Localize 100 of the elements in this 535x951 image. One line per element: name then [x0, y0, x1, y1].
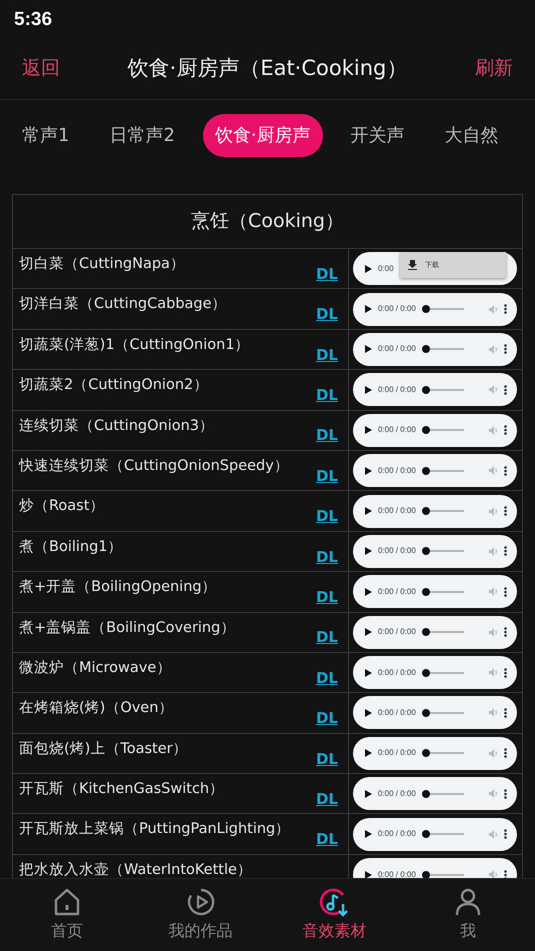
- nav-tab[interactable]: 音效素材: [268, 879, 402, 951]
- download-link[interactable]: DL: [316, 505, 338, 528]
- seek-slider[interactable]: [422, 507, 464, 516]
- download-link[interactable]: DL: [316, 384, 338, 407]
- slider-thumb[interactable]: [422, 628, 430, 636]
- download-link[interactable]: DL: [316, 344, 338, 366]
- download-link[interactable]: DL: [316, 464, 338, 488]
- more-icon[interactable]: [504, 586, 507, 597]
- nav-tab[interactable]: 我的作品: [134, 879, 268, 951]
- play-icon[interactable]: [365, 628, 372, 636]
- audio-player[interactable]: 0:00 / 0:00: [353, 616, 517, 649]
- more-icon[interactable]: [504, 466, 507, 476]
- more-icon[interactable]: [504, 627, 507, 638]
- more-icon[interactable]: [504, 748, 507, 758]
- seek-slider[interactable]: [422, 305, 464, 314]
- download-link[interactable]: DL: [316, 303, 338, 326]
- category-tab[interactable]: 开关声: [338, 114, 417, 156]
- more-icon[interactable]: [504, 425, 507, 436]
- more-icon[interactable]: [504, 506, 507, 516]
- play-icon[interactable]: [365, 547, 372, 556]
- seek-slider[interactable]: [422, 668, 464, 677]
- download-link[interactable]: DL: [316, 788, 338, 810]
- nav-tab[interactable]: 首页: [0, 879, 134, 951]
- play-icon[interactable]: [365, 790, 372, 798]
- play-icon[interactable]: [365, 830, 372, 838]
- play-icon[interactable]: [365, 386, 372, 394]
- audio-player[interactable]: 0:00 / 0:00: [353, 858, 517, 878]
- play-icon[interactable]: [365, 588, 372, 596]
- seek-slider[interactable]: [422, 708, 464, 717]
- audio-player[interactable]: 0:00 / 0:00: [353, 332, 517, 366]
- category-tab[interactable]: 常声1: [10, 114, 82, 156]
- more-icon[interactable]: [504, 708, 507, 718]
- audio-player[interactable]: 0:00 / 0:00: [353, 454, 517, 488]
- audio-player[interactable]: 0:00 / 0:00: [353, 373, 517, 406]
- more-icon[interactable]: [504, 546, 507, 556]
- play-icon[interactable]: [365, 870, 372, 878]
- nav-tab[interactable]: 我: [401, 879, 535, 951]
- play-icon[interactable]: [365, 507, 372, 516]
- play-icon[interactable]: [365, 749, 372, 758]
- more-icon[interactable]: [504, 344, 507, 354]
- play-icon[interactable]: [365, 668, 372, 677]
- play-icon[interactable]: [365, 345, 372, 354]
- slider-thumb[interactable]: [422, 588, 430, 596]
- refresh-button[interactable]: 刷新: [475, 54, 513, 83]
- audio-player[interactable]: 0:00 / 0:00: [353, 736, 517, 770]
- audio-player[interactable]: 0:00 / 0:00: [353, 534, 517, 568]
- seek-slider[interactable]: [422, 547, 464, 556]
- play-icon[interactable]: [365, 708, 372, 717]
- slider-thumb[interactable]: [422, 870, 430, 878]
- category-tab[interactable]: 饮食·厨房声: [202, 114, 323, 156]
- more-icon[interactable]: [504, 788, 507, 799]
- audio-player[interactable]: 0:00 / 0:00: [353, 818, 517, 851]
- slider-thumb[interactable]: [422, 830, 430, 838]
- category-tab[interactable]: 大自然: [432, 114, 511, 156]
- audio-player[interactable]: 0:00 / 0:00: [353, 575, 517, 608]
- seek-slider[interactable]: [422, 790, 464, 798]
- more-icon[interactable]: [504, 304, 507, 314]
- download-link[interactable]: DL: [316, 748, 338, 770]
- seek-slider[interactable]: [422, 749, 464, 758]
- audio-player[interactable]: 0:00 / 0:00: [353, 696, 517, 730]
- slider-thumb[interactable]: [422, 305, 430, 314]
- slider-thumb[interactable]: [422, 345, 430, 354]
- download-link[interactable]: DL: [316, 262, 338, 286]
- more-icon[interactable]: [504, 870, 507, 878]
- download-link[interactable]: DL: [316, 828, 338, 851]
- download-link[interactable]: DL: [316, 546, 338, 568]
- audio-player[interactable]: 0:00 / 0:00: [353, 656, 517, 690]
- play-icon[interactable]: [365, 305, 372, 314]
- audio-player[interactable]: 0:00 / 0:00: [353, 414, 517, 447]
- more-icon[interactable]: [504, 384, 507, 395]
- slider-thumb[interactable]: [422, 507, 430, 516]
- slider-thumb[interactable]: [422, 547, 430, 556]
- slider-thumb[interactable]: [422, 708, 430, 717]
- seek-slider[interactable]: [422, 345, 464, 354]
- slider-thumb[interactable]: [422, 426, 430, 434]
- slider-thumb[interactable]: [422, 668, 430, 677]
- more-icon[interactable]: [504, 829, 507, 840]
- download-link[interactable]: DL: [316, 586, 338, 609]
- audio-player[interactable]: 0:00 / 0:00: [353, 494, 517, 528]
- seek-slider[interactable]: [422, 386, 464, 394]
- seek-slider[interactable]: [422, 830, 464, 838]
- slider-thumb[interactable]: [422, 749, 430, 758]
- download-link[interactable]: DL: [316, 666, 338, 690]
- category-tab[interactable]: 日常声2: [97, 114, 187, 156]
- slider-thumb[interactable]: [422, 466, 430, 475]
- seek-slider[interactable]: [422, 466, 464, 475]
- play-icon[interactable]: [365, 466, 372, 475]
- more-icon[interactable]: [504, 668, 507, 678]
- seek-slider[interactable]: [422, 588, 464, 596]
- audio-player[interactable]: 0:00 / 0:00: [353, 777, 517, 810]
- seek-slider[interactable]: [422, 870, 464, 878]
- back-button[interactable]: 返回: [22, 54, 60, 83]
- download-link[interactable]: DL: [316, 707, 338, 730]
- seek-slider[interactable]: [422, 426, 464, 434]
- play-icon[interactable]: [365, 264, 372, 273]
- download-link[interactable]: DL: [316, 424, 338, 447]
- audio-player[interactable]: 0:00 / 0:00: [353, 292, 517, 326]
- slider-thumb[interactable]: [422, 386, 430, 394]
- play-icon[interactable]: [365, 426, 372, 434]
- seek-slider[interactable]: [422, 628, 464, 636]
